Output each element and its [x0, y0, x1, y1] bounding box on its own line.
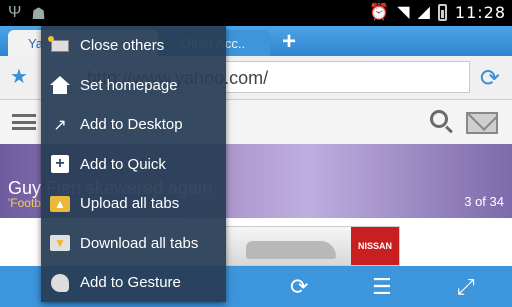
- shortcut-arrow-icon: ↗: [53, 116, 67, 134]
- tab-context-menu: Close others Set homepage ↗ Add to Deskt…: [41, 26, 226, 302]
- menu-item-upload-all-tabs[interactable]: ▲ Upload all tabs: [41, 184, 226, 224]
- alarm-icon: ⏰: [369, 4, 390, 21]
- menu-item-download-all-tabs[interactable]: ▼ Download all tabs: [41, 224, 226, 264]
- android-icon: ☗: [31, 6, 46, 23]
- menu-item-add-to-gesture[interactable]: Add to Gesture: [41, 263, 226, 303]
- wifi-icon: ◥: [397, 4, 410, 21]
- new-tab-button[interactable]: +: [282, 28, 296, 56]
- headline-category: 'Footb: [8, 196, 41, 210]
- plus-icon: +: [49, 153, 71, 175]
- nissan-logo: NISSAN: [351, 227, 399, 265]
- nissan-ad-banner[interactable]: NISSAN: [225, 226, 400, 266]
- menu-item-label: Upload all tabs: [80, 195, 180, 213]
- clock: 11:28: [454, 2, 506, 22]
- download-icon: ▼: [49, 232, 71, 254]
- mail-icon[interactable]: [466, 112, 498, 134]
- menu-item-label: Add to Desktop: [80, 116, 183, 134]
- menu-item-label: Close others: [80, 37, 165, 55]
- fullscreen-icon[interactable]: ⤢: [457, 274, 475, 300]
- menu-item-add-to-desktop[interactable]: ↗ Add to Desktop: [41, 105, 226, 145]
- menu-item-close-others[interactable]: Close others: [41, 26, 226, 66]
- signal-icon: ◢: [417, 4, 430, 21]
- status-bar: Ψ ☗ ⏰ ◥ ◢ 11:28: [0, 0, 512, 26]
- menu-item-label: Add to Quick: [80, 155, 166, 173]
- menu-item-add-to-quick[interactable]: + Add to Quick: [41, 145, 226, 185]
- home-icon: [49, 74, 71, 96]
- menu-item-label: Set homepage: [80, 76, 178, 94]
- battery-icon: [437, 3, 447, 21]
- close-others-icon: [48, 35, 71, 57]
- car-image: [246, 241, 336, 259]
- upload-icon: ▲: [49, 193, 71, 215]
- refresh-icon[interactable]: ⟳: [480, 64, 500, 93]
- list-icon[interactable]: ☰: [372, 274, 392, 300]
- star-icon[interactable]: ★: [10, 64, 28, 89]
- menu-item-label: Add to Gesture: [80, 274, 181, 292]
- hamburger-menu-icon[interactable]: [12, 114, 36, 130]
- gesture-icon: [49, 272, 71, 294]
- menu-item-set-homepage[interactable]: Set homepage: [41, 66, 226, 106]
- menu-item-label: Download all tabs: [80, 234, 199, 252]
- carousel-counter: 3 of 34: [464, 194, 504, 209]
- sync-icon[interactable]: ⟳: [290, 274, 308, 300]
- usb-icon: Ψ: [8, 4, 22, 21]
- search-icon[interactable]: [430, 110, 448, 128]
